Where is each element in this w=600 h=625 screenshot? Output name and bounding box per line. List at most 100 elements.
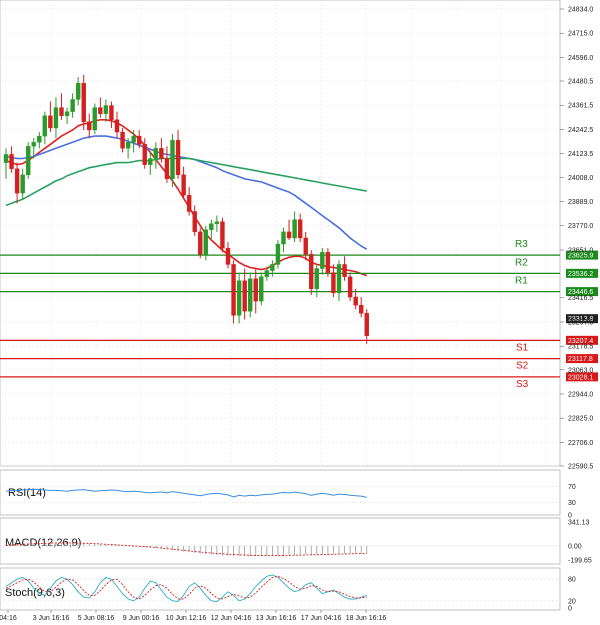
stoch-panel: Stoch(9,6,3) 80200 xyxy=(0,567,576,613)
candle-body xyxy=(303,237,308,255)
rsi-level-label: 0 xyxy=(568,513,572,520)
macd-level-label: -199.65 xyxy=(568,558,592,565)
y-tick-label: 23889.0 xyxy=(568,199,593,206)
candle-body xyxy=(359,304,364,314)
candle-body xyxy=(26,146,31,176)
rsi-level-label: 70 xyxy=(568,484,576,491)
x-tick-label: 17 Jun 04:16 xyxy=(301,615,342,622)
candle-body xyxy=(347,276,353,298)
y-tick-label: 24715.0 xyxy=(568,31,593,38)
candle-body xyxy=(342,264,347,277)
candle-body xyxy=(247,278,253,312)
y-tick-label: 24123.5 xyxy=(568,151,593,158)
level-label-s3: S3 xyxy=(516,379,529,390)
candle-body xyxy=(275,243,281,265)
candle-body xyxy=(281,231,286,245)
candle-body xyxy=(75,82,81,100)
y-tick-label: 24242.5 xyxy=(568,127,593,134)
candle-body xyxy=(242,280,247,312)
level-tag-value: 23117.8 xyxy=(568,356,593,363)
candle-body xyxy=(148,158,153,165)
candle-body xyxy=(325,252,331,273)
main-panel-frame xyxy=(0,0,561,467)
x-tick-label: 9 Jun 00:16 xyxy=(123,615,160,622)
macd-panel: MACD(12,26,9) 341.130.00-199.65 xyxy=(0,517,592,565)
x-tick-label: 5 Jun 08:16 xyxy=(78,615,115,622)
candle-body xyxy=(314,268,319,290)
candle-body xyxy=(14,168,20,194)
candle-body xyxy=(120,131,125,149)
stoch-panel-frame xyxy=(0,567,561,611)
candle-body xyxy=(186,194,192,212)
candle-body xyxy=(70,99,75,112)
candle-body xyxy=(209,223,214,231)
candle-body xyxy=(309,254,314,290)
candle-body xyxy=(164,158,170,180)
trading-chart: R323625.9R223536.2R123446.6S123207.4S223… xyxy=(0,0,598,622)
candle-body xyxy=(125,142,131,149)
level-label-s2: S2 xyxy=(516,361,529,372)
rsi-level-label: 30 xyxy=(568,500,576,507)
rsi-title: RSI(14) xyxy=(8,487,46,499)
candle-body xyxy=(59,107,64,116)
level-label-r3: R3 xyxy=(515,239,528,250)
candle-body xyxy=(42,115,48,137)
y-tick-label: 24480.5 xyxy=(568,79,593,86)
x-tick-label: 10 Jun 12:16 xyxy=(166,615,207,622)
candle-body xyxy=(203,229,209,255)
macd-level-label: 341.13 xyxy=(568,520,590,527)
y-tick-label: 23651.0 xyxy=(568,247,593,254)
candle-body xyxy=(92,107,98,131)
y-tick-label: 24361.5 xyxy=(568,103,593,110)
x-tick-label: 13 Jun 16:16 xyxy=(256,615,297,622)
y-tick-label: 23063.0 xyxy=(568,367,593,374)
candle-body xyxy=(53,107,59,129)
level-label-s1: S1 xyxy=(516,342,529,353)
candle-body xyxy=(320,252,325,269)
price-axis: 24834.0 24715.0 24596.0 24480.5 24361.5 24242… xyxy=(560,7,593,471)
x-tick-label: 18 Jun 16:16 xyxy=(346,615,387,622)
candle-body xyxy=(225,247,231,265)
candle-body xyxy=(181,174,186,196)
candle-body xyxy=(231,264,236,316)
candle-body xyxy=(236,280,242,316)
stoch-level-label: 80 xyxy=(568,577,576,584)
candle-body xyxy=(103,105,109,114)
candle-body xyxy=(192,211,197,233)
level-label-r2: R2 xyxy=(515,257,528,268)
candle-body xyxy=(170,139,175,180)
candle-body xyxy=(353,296,358,306)
candle-body xyxy=(37,135,42,143)
candle-body xyxy=(159,148,164,159)
candle-body xyxy=(264,270,270,277)
candle-body xyxy=(87,121,92,131)
candle-body xyxy=(214,221,220,224)
candle-body xyxy=(9,154,14,169)
y-tick-label: 23178.5 xyxy=(568,344,593,351)
candle-body xyxy=(48,115,53,129)
macd-panel-frame xyxy=(0,517,561,565)
candle-body xyxy=(270,264,275,271)
candle-body xyxy=(259,276,264,302)
candle-body xyxy=(175,139,181,176)
candle-body xyxy=(153,148,159,159)
level-label-r1: R1 xyxy=(515,276,528,287)
candle-body xyxy=(136,135,142,145)
stoch-level-label: 20 xyxy=(568,598,576,605)
stoch-level-label: 0 xyxy=(568,606,572,613)
candle-body xyxy=(31,142,36,147)
level-tag-value: 23028.1 xyxy=(568,374,593,381)
candle-body xyxy=(198,231,203,255)
candle-body xyxy=(20,174,25,194)
candle-body xyxy=(64,111,70,116)
y-tick-label: 24008.0 xyxy=(568,175,593,182)
candle-body xyxy=(114,119,120,133)
candle-body xyxy=(331,272,336,294)
candle-body xyxy=(109,105,114,121)
candle-body xyxy=(297,219,303,239)
y-tick-label: 22590.5 xyxy=(568,464,593,471)
x-tick-label: 3 Jun 16:16 xyxy=(33,615,70,622)
y-tick-label: 22944.0 xyxy=(568,391,593,398)
y-tick-label: 23770.0 xyxy=(568,223,593,230)
x-tick-label: 12 Jun 04:16 xyxy=(211,615,252,622)
